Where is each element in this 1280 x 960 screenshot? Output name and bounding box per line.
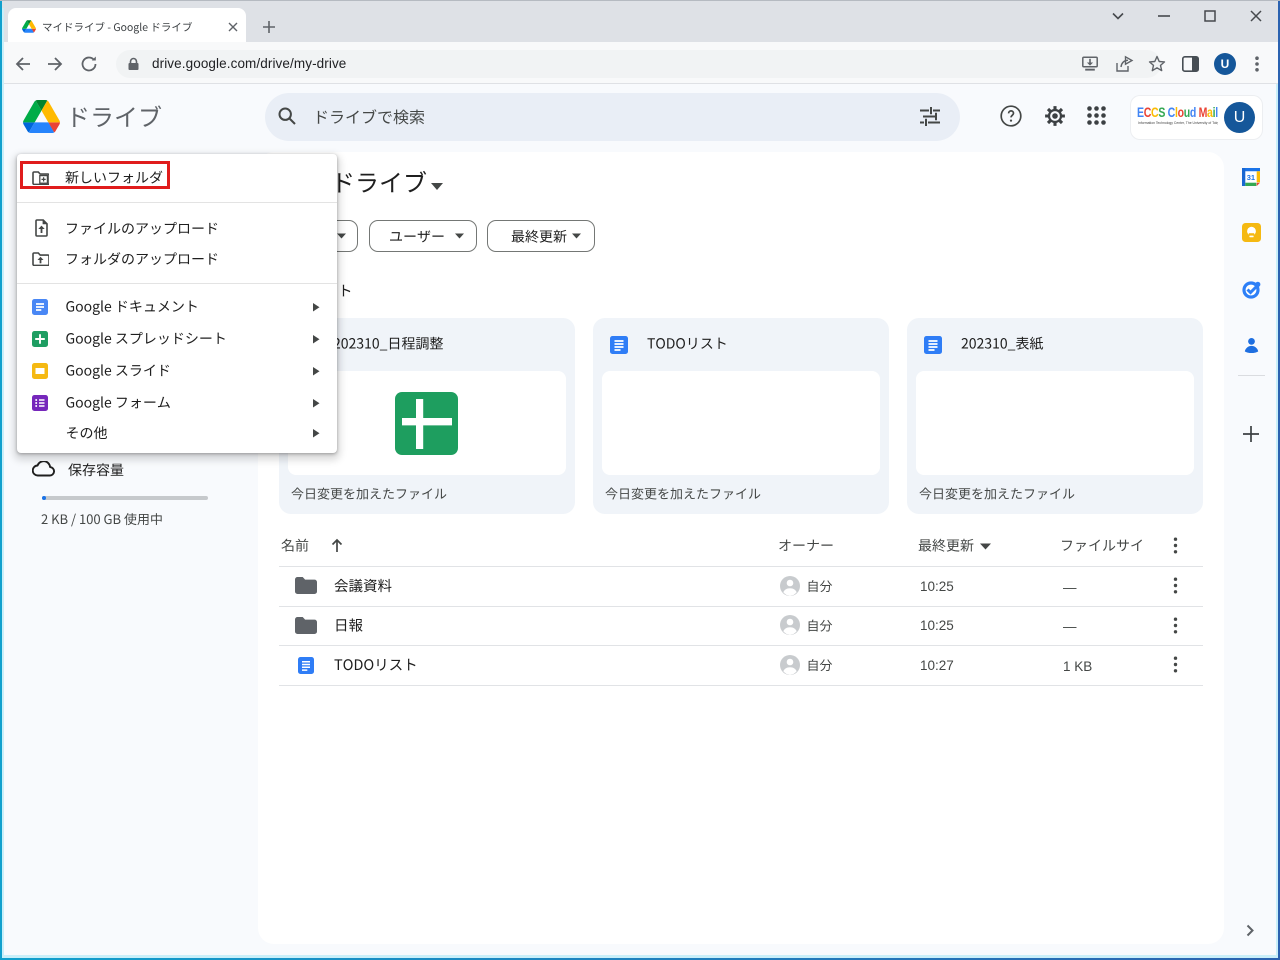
svg-text:31: 31 (1247, 173, 1255, 182)
